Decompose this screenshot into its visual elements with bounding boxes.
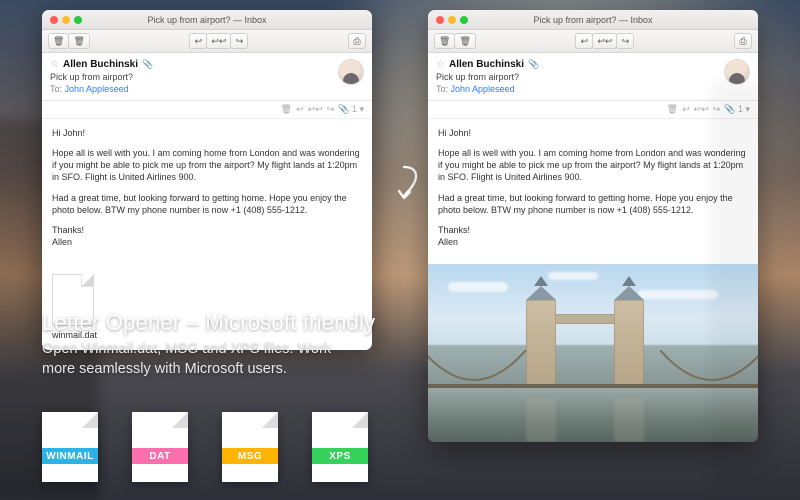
badge-label: XPS xyxy=(312,448,368,464)
reply-all-button[interactable]: ↩↩ xyxy=(206,33,231,49)
inline-photo xyxy=(428,264,758,442)
to-label: To: xyxy=(436,84,448,94)
msg-forward-icon[interactable]: ↪ xyxy=(327,104,335,115)
badge-msg: MSG xyxy=(222,412,278,482)
msg-junk-icon[interactable]: 🗑 xyxy=(667,104,678,115)
msg-junk-icon[interactable]: 🗑 xyxy=(281,104,292,115)
to-value: John Appleseed xyxy=(65,84,129,94)
close-icon[interactable] xyxy=(50,16,58,24)
subject: Pick up from airport? xyxy=(436,72,716,82)
attachment-area: winmail.dat xyxy=(42,264,372,350)
toolbar: 🗑 🗑 ↩ ↩↩ ↪ ⎙ xyxy=(42,30,372,53)
flag-star-icon[interactable]: ☆ xyxy=(50,59,59,70)
window-title: Pick up from airport? — Inbox xyxy=(42,15,372,25)
subject: Pick up from airport? xyxy=(50,72,330,82)
message-body: Hi John! Hope all is well with you. I am… xyxy=(428,119,758,264)
badge-label: MSG xyxy=(222,448,278,464)
trash-button[interactable]: 🗑 xyxy=(48,33,69,49)
avatar xyxy=(338,59,364,85)
greeting: Hi John! xyxy=(438,127,748,139)
message-action-bar: 🗑 ↩ ↩↩ ↪ 📎 1 ▾ xyxy=(428,101,758,119)
window-title: Pick up from airport? — Inbox xyxy=(428,15,758,25)
msg-forward-icon[interactable]: ↪ xyxy=(713,104,721,115)
mail-window-before: Pick up from airport? — Inbox 🗑 🗑 ↩ ↩↩ ↪… xyxy=(42,10,372,350)
print-button[interactable]: ⎙ xyxy=(348,33,366,49)
body-para-1: Hope all is well with you. I am coming h… xyxy=(438,147,748,183)
headline: Letter Opener – Microsoft friendly xyxy=(42,310,375,336)
trash-button[interactable]: 🗑 xyxy=(434,33,455,49)
badge-xps: XPS xyxy=(312,412,368,482)
badge-label: DAT xyxy=(132,448,188,464)
msg-attach-count[interactable]: 📎 1 ▾ xyxy=(338,104,364,115)
junk-button[interactable]: 🗑 xyxy=(68,33,89,49)
msg-reply-all-icon[interactable]: ↩↩ xyxy=(694,104,709,115)
close-icon[interactable] xyxy=(436,16,444,24)
msg-reply-icon[interactable]: ↩ xyxy=(296,104,304,115)
msg-reply-all-icon[interactable]: ↩↩ xyxy=(308,104,323,115)
reply-button[interactable]: ↩ xyxy=(189,33,207,49)
to-value: John Appleseed xyxy=(451,84,515,94)
greeting: Hi John! xyxy=(52,127,362,139)
titlebar: Pick up from airport? — Inbox xyxy=(428,10,758,30)
signoff-1: Thanks! xyxy=(438,225,470,235)
zoom-icon[interactable] xyxy=(74,16,82,24)
zoom-icon[interactable] xyxy=(460,16,468,24)
body-para-2: Had a great time, but looking forward to… xyxy=(52,192,362,216)
convert-arrow-icon xyxy=(393,163,423,203)
message-header: ☆ Allen Buchinski 📎 Pick up from airport… xyxy=(428,53,758,101)
toolbar: 🗑 🗑 ↩ ↩↩ ↪ ⎙ xyxy=(428,30,758,53)
message-body: Hi John! Hope all is well with you. I am… xyxy=(42,119,372,264)
signoff-2: Allen xyxy=(52,237,72,247)
forward-button[interactable]: ↪ xyxy=(230,33,248,49)
forward-button[interactable]: ↪ xyxy=(616,33,634,49)
flag-star-icon[interactable]: ☆ xyxy=(436,59,445,70)
badge-dat: DAT xyxy=(132,412,188,482)
badge-label: WINMAIL xyxy=(42,448,98,464)
mail-window-after: Pick up from airport? — Inbox 🗑 🗑 ↩ ↩↩ ↪… xyxy=(428,10,758,442)
sender-name: Allen Buchinski xyxy=(63,59,138,70)
sender-name: Allen Buchinski xyxy=(449,59,524,70)
attachment-icon: 📎 xyxy=(142,59,153,70)
to-label: To: xyxy=(50,84,62,94)
body-para-1: Hope all is well with you. I am coming h… xyxy=(52,147,362,183)
subheadline: Open Winmail.dat, MSG and XPS files. Wor… xyxy=(42,340,331,379)
msg-reply-icon[interactable]: ↩ xyxy=(682,104,690,115)
reply-button[interactable]: ↩ xyxy=(575,33,593,49)
badge-winmail: WINMAIL xyxy=(42,412,98,482)
minimize-icon[interactable] xyxy=(448,16,456,24)
body-para-2: Had a great time, but looking forward to… xyxy=(438,192,748,216)
titlebar: Pick up from airport? — Inbox xyxy=(42,10,372,30)
promo-stage: Pick up from airport? — Inbox 🗑 🗑 ↩ ↩↩ ↪… xyxy=(0,0,800,500)
signoff-2: Allen xyxy=(438,237,458,247)
junk-button[interactable]: 🗑 xyxy=(454,33,475,49)
message-action-bar: 🗑 ↩ ↩↩ ↪ 📎 1 ▾ xyxy=(42,101,372,119)
file-type-badges: WINMAIL DAT MSG XPS xyxy=(42,412,368,482)
attachment-icon: 📎 xyxy=(528,59,539,70)
reply-all-button[interactable]: ↩↩ xyxy=(592,33,617,49)
subheadline-line-2: more seamlessly with Microsoft users. xyxy=(42,361,287,377)
subheadline-line-1: Open Winmail.dat, MSG and XPS files. Wor… xyxy=(42,341,331,357)
minimize-icon[interactable] xyxy=(62,16,70,24)
signoff-1: Thanks! xyxy=(52,225,84,235)
msg-attach-count[interactable]: 📎 1 ▾ xyxy=(724,104,750,115)
print-button[interactable]: ⎙ xyxy=(734,33,752,49)
avatar xyxy=(724,59,750,85)
message-header: ☆ Allen Buchinski 📎 Pick up from airport… xyxy=(42,53,372,101)
